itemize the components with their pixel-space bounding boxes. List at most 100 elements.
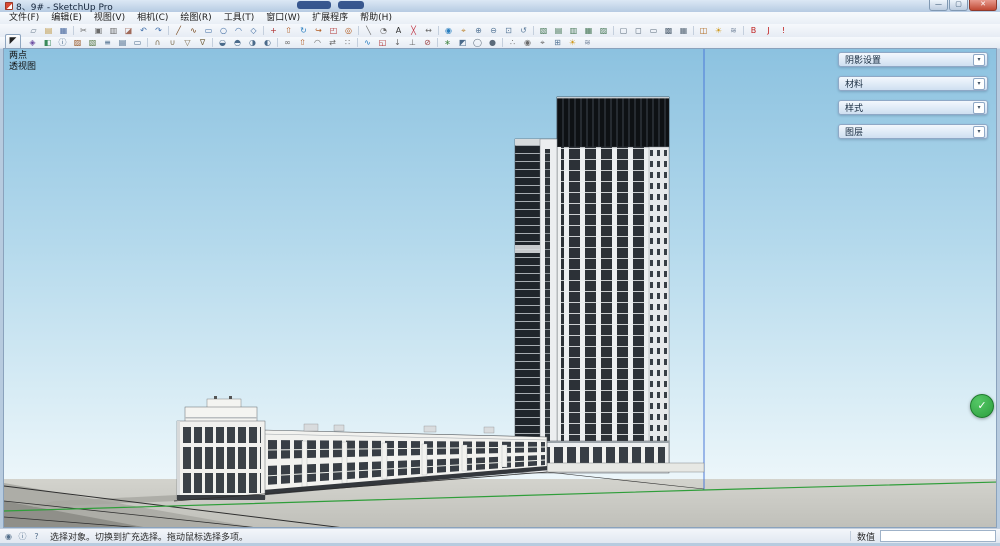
menu-edit[interactable]: 编辑(E): [45, 12, 88, 24]
zoom-extents-tool-icon[interactable]: ⊡: [503, 25, 514, 36]
scale-tool-icon[interactable]: ◰: [328, 25, 339, 36]
hidden-line-mode-icon[interactable]: ▭: [648, 25, 659, 36]
follow-me-tool-icon[interactable]: ↪: [313, 25, 324, 36]
make-component-icon[interactable]: ◈: [27, 37, 38, 48]
measurement-input[interactable]: [880, 530, 996, 542]
undo-icon[interactable]: ↶: [138, 25, 149, 36]
flatten-tool-icon[interactable]: ⊥: [407, 37, 418, 48]
top-view-icon[interactable]: ▤: [553, 25, 564, 36]
back-view-icon[interactable]: ▨: [598, 25, 609, 36]
rotate-tool-icon[interactable]: ↻: [298, 25, 309, 36]
arc-tool-icon[interactable]: ◠: [233, 25, 244, 36]
sandbox-smoove-icon[interactable]: ∪: [167, 37, 178, 48]
push-pull-tool-icon[interactable]: ⇧: [283, 25, 294, 36]
copy-icon[interactable]: ▣: [93, 25, 104, 36]
menu-tools[interactable]: 工具(T): [218, 12, 261, 24]
cleanup-tool-icon[interactable]: ∗: [442, 37, 453, 48]
right-view-icon[interactable]: ▦: [583, 25, 594, 36]
outliner-icon[interactable]: ▤: [117, 37, 128, 48]
section-plane-tool-icon[interactable]: ◫: [698, 25, 709, 36]
curviloft-icon[interactable]: ∿: [362, 37, 373, 48]
model-viewport[interactable]: 两点 透视图 阴影设置▾材料▾样式▾图层▾ ✓: [3, 48, 997, 528]
move-tool-icon[interactable]: +: [268, 25, 279, 36]
styles-browser-icon[interactable]: ▧: [87, 37, 98, 48]
hide-rest-toggle-icon[interactable]: ◯: [472, 37, 483, 48]
position-camera-tool-icon[interactable]: ⌖: [537, 37, 548, 48]
hide-similar-toggle-icon[interactable]: ●: [487, 37, 498, 48]
panel-collapse-icon[interactable]: ▾: [973, 126, 985, 138]
menu-extensions[interactable]: 扩展程序: [306, 12, 354, 24]
menu-help[interactable]: 帮助(H): [354, 12, 398, 24]
plugin-b-icon[interactable]: B: [748, 25, 759, 36]
minimize-button[interactable]: —: [929, 0, 948, 11]
polygon-tool-icon[interactable]: ◇: [248, 25, 259, 36]
close-button[interactable]: ✕: [969, 0, 997, 11]
text-tool-icon[interactable]: A: [393, 25, 404, 36]
array-tool-icon[interactable]: ∷: [342, 37, 353, 48]
menu-camera[interactable]: 相机(C): [131, 12, 174, 24]
plugin-j-icon[interactable]: J: [763, 25, 774, 36]
new-file-icon[interactable]: ▱: [28, 25, 39, 36]
pan-tool-icon[interactable]: ⌖: [458, 25, 469, 36]
fredo-scale-icon[interactable]: ◱: [377, 37, 388, 48]
wireframe-mode-icon[interactable]: ◻: [633, 25, 644, 36]
weld-tool-icon[interactable]: ∞: [282, 37, 293, 48]
zoom-out-tool-icon[interactable]: ⊖: [488, 25, 499, 36]
xray-mode-icon[interactable]: ▢: [618, 25, 629, 36]
entity-info-icon[interactable]: ⓘ: [57, 37, 68, 48]
materials-browser-icon[interactable]: ▨: [72, 37, 83, 48]
scenes-manager-icon[interactable]: ▭: [132, 37, 143, 48]
drop-tool-icon[interactable]: ↓: [392, 37, 403, 48]
joint-push-pull-icon[interactable]: ⇧: [297, 37, 308, 48]
credits-icon[interactable]: ⓘ: [17, 531, 28, 542]
redo-icon[interactable]: ↷: [153, 25, 164, 36]
zoom-in-tool-icon[interactable]: ⊕: [473, 25, 484, 36]
panel-title-materials[interactable]: 材料▾: [838, 76, 988, 91]
panel-collapse-icon[interactable]: ▾: [973, 102, 985, 114]
cut-icon[interactable]: ✂: [78, 25, 89, 36]
solid-subtract-icon[interactable]: ◓: [232, 37, 243, 48]
paste-icon[interactable]: ▥: [108, 25, 119, 36]
sandbox-stamp-icon[interactable]: ▽: [182, 37, 193, 48]
look-around-tool-icon[interactable]: ◉: [522, 37, 533, 48]
menu-view[interactable]: 视图(V): [88, 12, 131, 24]
panel-title-shadow-settings[interactable]: 阴影设置▾: [838, 52, 988, 67]
menu-draw[interactable]: 绘图(R): [174, 12, 217, 24]
mirror-tool-icon[interactable]: ⇄: [327, 37, 338, 48]
panel-title-styles[interactable]: 样式▾: [838, 100, 988, 115]
zoom-window-tool-icon[interactable]: ⊞: [552, 37, 563, 48]
menu-window[interactable]: 窗口(W): [260, 12, 306, 24]
help-icon[interactable]: ?: [31, 531, 42, 542]
selection-toys-icon[interactable]: ◩: [457, 37, 468, 48]
geolocation-icon[interactable]: ◉: [3, 531, 14, 542]
panel-collapse-icon[interactable]: ▾: [973, 54, 985, 66]
eraser-icon[interactable]: ◪: [123, 25, 134, 36]
tape-measure-tool-icon[interactable]: ╲: [363, 25, 374, 36]
open-file-icon[interactable]: ▤: [43, 25, 54, 36]
dimension-tool-icon[interactable]: ↔: [423, 25, 434, 36]
shadow-dialog-icon[interactable]: ☀: [567, 37, 578, 48]
circle-tool-icon[interactable]: ○: [218, 25, 229, 36]
paint-bucket-tool-icon[interactable]: ◧: [42, 37, 53, 48]
floating-overlay-button[interactable]: ✓: [970, 394, 994, 418]
front-view-icon[interactable]: ▥: [568, 25, 579, 36]
plugin-alert-icon[interactable]: !: [778, 25, 789, 36]
shaded-mode-icon[interactable]: ▩: [663, 25, 674, 36]
solid-intersect-icon[interactable]: ◐: [262, 37, 273, 48]
fog-toggle-icon[interactable]: ≋: [728, 25, 739, 36]
offset-tool-icon[interactable]: ◎: [343, 25, 354, 36]
save-file-icon[interactable]: ▦: [58, 25, 69, 36]
round-corner-icon[interactable]: ◠: [312, 37, 323, 48]
layers-manager-icon[interactable]: ≡: [102, 37, 113, 48]
sandbox-from-contours-icon[interactable]: ∩: [152, 37, 163, 48]
line-tool-icon[interactable]: ╱: [173, 25, 184, 36]
previous-view-icon[interactable]: ↺: [518, 25, 529, 36]
orbit-tool-icon[interactable]: ◉: [443, 25, 454, 36]
sandbox-drape-icon[interactable]: ∇: [197, 37, 208, 48]
rectangle-tool-icon[interactable]: ▭: [203, 25, 214, 36]
protractor-tool-icon[interactable]: ◔: [378, 25, 389, 36]
iso-view-icon[interactable]: ▧: [538, 25, 549, 36]
textured-mode-icon[interactable]: ▦: [678, 25, 689, 36]
shadows-toggle-icon[interactable]: ☀: [713, 25, 724, 36]
purge-tool-icon[interactable]: ⊘: [422, 37, 433, 48]
